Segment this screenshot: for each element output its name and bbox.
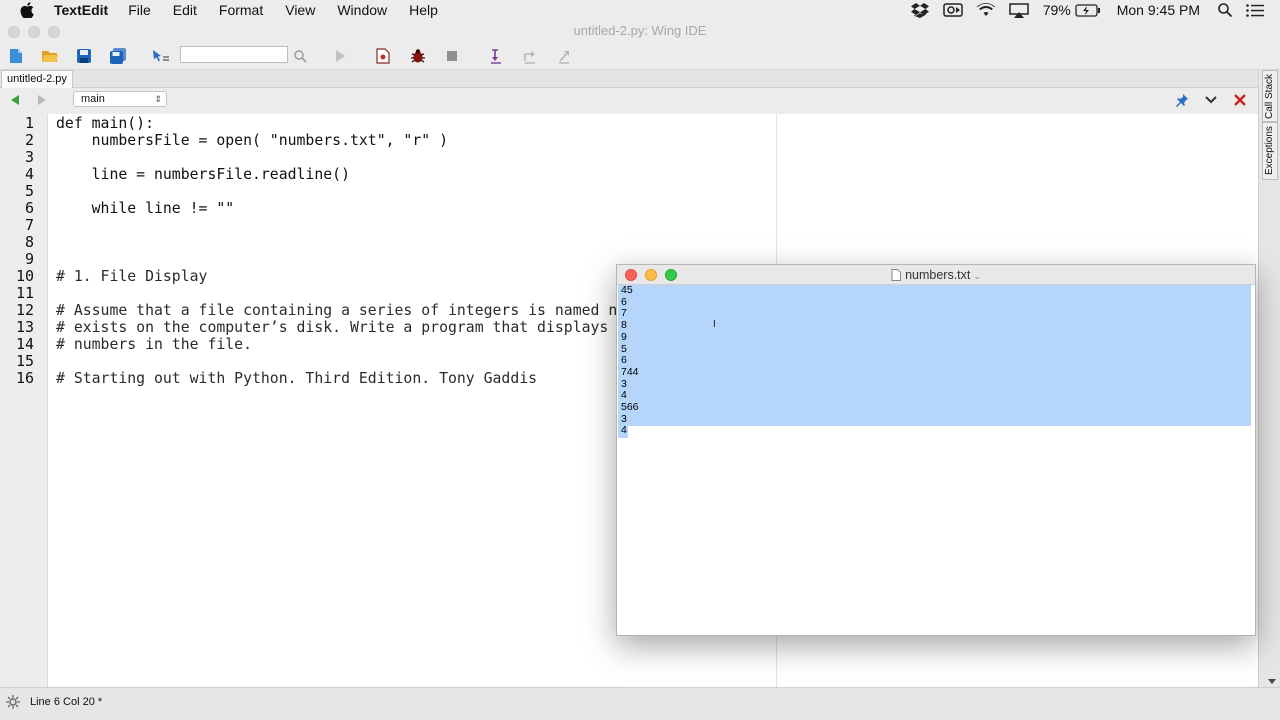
debug-file-icon[interactable] — [373, 46, 393, 66]
status-bar: Line 6 Col 20 * — [0, 687, 1280, 720]
line-number: 7 — [24, 216, 34, 234]
code-line[interactable]: line = numbersFile.readline() — [56, 166, 350, 183]
code-line[interactable]: # Assume that a file containing a series… — [56, 302, 617, 319]
line-number: 2 — [24, 131, 34, 149]
search-icon[interactable] — [290, 46, 310, 66]
tab-untitled-2[interactable]: untitled-2.py — [1, 70, 73, 88]
code-line[interactable]: while line != "" — [56, 200, 235, 217]
textedit-titlebar: numbers.txt ⌄ — [617, 265, 1255, 285]
textedit-window: numbers.txt ⌄ 45 6 7 8 9 5 6 744 3 4 566 … — [616, 264, 1256, 636]
battery-icon[interactable] — [1075, 3, 1101, 17]
line-number: 14 — [15, 335, 34, 353]
window-minimize-button[interactable] — [28, 26, 40, 38]
window-close-button[interactable] — [8, 26, 20, 38]
line-number: 13 — [15, 318, 34, 336]
forward-arrow-icon[interactable] — [32, 90, 52, 110]
tab-call-stack[interactable]: Call Stack — [1262, 70, 1278, 122]
spotlight-search-icon[interactable] — [1218, 3, 1232, 17]
options-chevron-icon[interactable] — [1201, 90, 1221, 110]
textedit-content[interactable]: 45 6 7 8 9 5 6 744 3 4 566 3 4 I — [617, 284, 1255, 635]
open-file-icon[interactable] — [40, 46, 60, 66]
back-arrow-icon[interactable] — [5, 90, 25, 110]
menu-help[interactable]: Help — [409, 2, 438, 18]
window-title: untitled-2.py: Wing IDE — [573, 23, 707, 38]
airplay-icon[interactable] — [1008, 2, 1029, 18]
updown-chevron-icon: ⇕ — [154, 94, 162, 104]
line-number: 16 — [15, 369, 34, 387]
menu-edit[interactable]: Edit — [173, 2, 197, 18]
editor-nav-row — [0, 88, 1258, 114]
window-zoom-button[interactable] — [48, 26, 60, 38]
notification-center-icon[interactable] — [1246, 3, 1264, 17]
text-line: 744 — [621, 365, 639, 378]
line-number: 8 — [24, 233, 34, 251]
run-icon[interactable] — [330, 46, 350, 66]
textedit-filename: numbers.txt — [905, 268, 971, 282]
code-line[interactable]: # Starting out with Python. Third Editio… — [56, 370, 537, 387]
step-over-icon[interactable] — [520, 46, 540, 66]
step-out-icon[interactable] — [554, 46, 574, 66]
camera-icon[interactable] — [942, 3, 963, 17]
document-icon — [891, 267, 902, 287]
close-editor-icon[interactable] — [1230, 90, 1250, 110]
title-chevron-icon[interactable]: ⌄ — [973, 271, 981, 281]
cursor-position-status: Line 6 Col 20 * — [30, 696, 103, 708]
apple-menu-icon[interactable] — [20, 2, 36, 18]
menu-format[interactable]: Format — [219, 2, 263, 18]
text-line: 566 — [621, 401, 639, 413]
textedit-title: numbers.txt ⌄ — [617, 265, 1255, 287]
wifi-icon[interactable] — [976, 3, 995, 17]
text-line: 4 — [621, 424, 627, 437]
line-number: 1 — [24, 114, 34, 132]
gear-icon[interactable] — [6, 695, 20, 712]
new-file-icon[interactable] — [6, 46, 26, 66]
debug-bug-icon[interactable] — [408, 46, 428, 66]
pin-icon[interactable] — [1172, 90, 1192, 110]
text-line: 45 — [621, 284, 633, 296]
line-number: 3 — [24, 148, 34, 166]
toolbar-search-input[interactable] — [180, 46, 288, 63]
ibeam-cursor-icon: I — [713, 319, 716, 330]
function-selector[interactable]: main ⇕ — [73, 91, 167, 107]
window-titlebar: untitled-2.py: Wing IDE — [0, 20, 1280, 42]
line-number: 10 — [15, 267, 34, 285]
line-number: 5 — [24, 182, 34, 200]
code-line[interactable]: numbersFile = open( "numbers.txt", "r" ) — [56, 132, 448, 149]
line-number: 4 — [24, 165, 34, 183]
menu-view[interactable]: View — [285, 2, 315, 18]
editor-tab-bar: untitled-2.py — [0, 70, 1280, 88]
save-all-icon[interactable] — [108, 46, 128, 66]
line-number: 15 — [15, 352, 34, 370]
save-icon[interactable] — [74, 46, 94, 66]
indent-to-match-icon[interactable] — [150, 46, 170, 66]
clock[interactable]: Mon 9:45 PM — [1117, 2, 1200, 18]
line-number: 9 — [24, 250, 34, 268]
text-line: 9 — [621, 330, 627, 343]
code-line[interactable]: # 1. File Display — [56, 268, 207, 285]
stop-icon[interactable] — [442, 46, 462, 66]
code-line[interactable]: # exists on the computer’s disk. Write a… — [56, 319, 608, 336]
line-number: 11 — [15, 284, 34, 302]
tab-exceptions[interactable]: Exceptions — [1262, 122, 1278, 180]
code-line[interactable]: def main(): — [56, 115, 154, 132]
app-name-menu[interactable]: TextEdit — [54, 2, 108, 18]
line-number: 6 — [24, 199, 34, 217]
code-line[interactable]: # numbers in the file. — [56, 336, 252, 353]
function-selector-value: main — [81, 93, 105, 105]
dropbox-icon[interactable] — [910, 2, 929, 18]
line-number: 12 — [15, 301, 34, 319]
menu-window[interactable]: Window — [337, 2, 387, 18]
menu-file[interactable]: File — [128, 2, 151, 18]
battery-percent[interactable]: 79% — [1043, 2, 1071, 18]
step-into-icon[interactable] — [486, 46, 506, 66]
text-selection — [618, 285, 1251, 426]
status-menus: 79% Mon 9:45 PM — [910, 0, 1280, 20]
